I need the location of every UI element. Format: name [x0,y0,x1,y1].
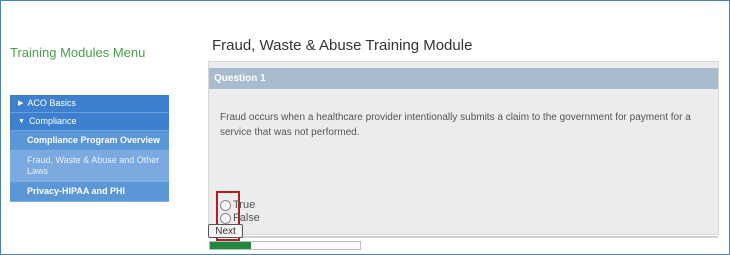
next-button[interactable]: Next [208,224,243,238]
menu-item-aco-basics[interactable]: ▶ ACO Basics [10,95,169,113]
menu-item-label: Fraud, Waste & Abuse and Other Laws [27,155,160,176]
menu-item-fraud-waste-abuse[interactable]: Fraud, Waste & Abuse and Other Laws [10,151,169,182]
radio-true[interactable] [220,199,231,211]
caret-right-icon: ▶ [18,100,24,107]
training-menu: ▶ ACO Basics ▼ Compliance Compliance Pro… [10,95,169,202]
menu-item-label: Compliance Program Overview [27,135,161,145]
menu-item-label: Privacy-HIPAA and PHI [27,186,126,196]
question-label: Question 1 [214,73,266,84]
menu-item-label: ACO Basics [27,98,76,108]
sidebar: Training Modules Menu ▶ ACO Basics ▼ Com… [1,1,196,254]
menu-item-privacy-hipaa[interactable]: Privacy-HIPAA and PHI [10,182,169,202]
question-panel: Question 1 Fraud occurs when a healthcar… [208,61,719,241]
sidebar-title: Training Modules Menu [10,45,146,60]
menu-item-compliance[interactable]: ▼ Compliance [10,113,169,131]
page-title: Fraud, Waste & Abuse Training Module [212,37,473,54]
menu-item-compliance-program-overview[interactable]: Compliance Program Overview [10,131,169,151]
caret-down-icon: ▼ [18,118,25,125]
question-text: Fraud occurs when a healthcare provider … [220,112,691,138]
answer-option-false[interactable]: False [220,212,260,224]
answer-options: True False [220,199,260,225]
progress-bar [209,241,361,250]
answer-label: False [233,212,260,224]
menu-item-label: Compliance [28,116,77,126]
answer-option-true[interactable]: True [220,199,260,211]
question-header: Question 1 [209,68,718,89]
answer-label: True [233,199,256,211]
progress-fill [210,242,251,249]
divider [209,236,718,238]
app-window: Training Modules Menu ▶ ACO Basics ▼ Com… [0,0,730,255]
radio-false[interactable] [220,212,231,224]
